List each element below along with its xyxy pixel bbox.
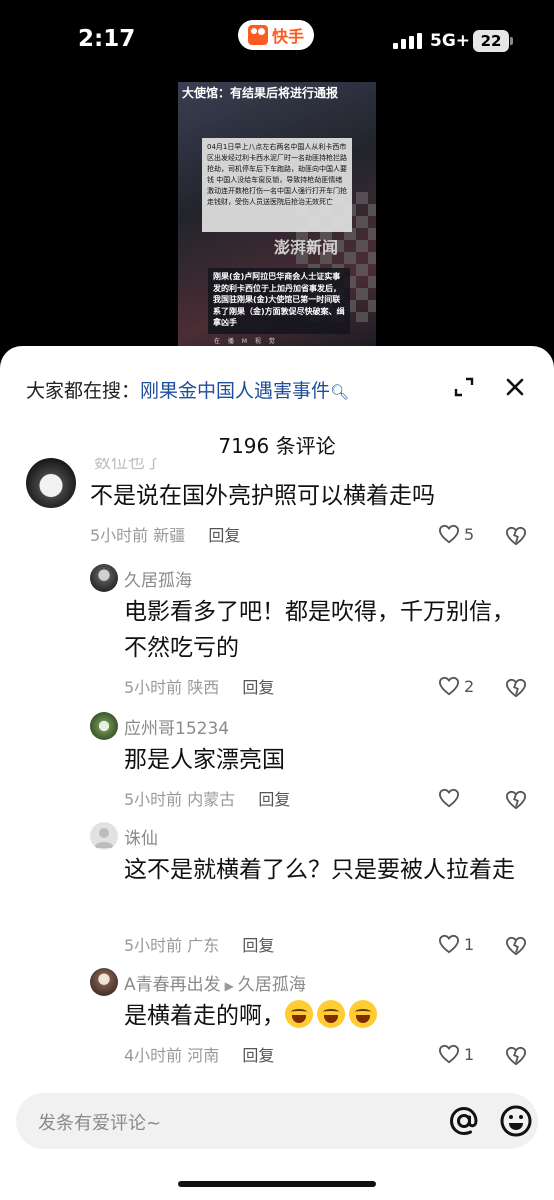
reply-button[interactable]: 回复 [258, 790, 290, 809]
comment-author[interactable]: 数位也了 [94, 458, 162, 473]
tears-of-joy-emoji-icon [317, 1000, 345, 1028]
comment-location: 广东 [187, 936, 220, 955]
comment-author[interactable]: 诛仙 [124, 824, 158, 849]
avatar[interactable] [90, 564, 118, 592]
comment-count: 7196 条评论 [218, 434, 336, 458]
comment-text: 这不是就横着了么？只是要被人拉着走 [124, 857, 515, 883]
like-count: 1 [464, 1044, 475, 1064]
home-indicator[interactable] [178, 1181, 376, 1187]
comment-location: 内蒙古 [187, 790, 236, 809]
avatar[interactable] [26, 458, 76, 508]
dislike-icon[interactable] [505, 678, 527, 698]
tears-of-joy-emoji-icon [349, 1000, 377, 1028]
like-count: 2 [464, 676, 475, 696]
comment-text: 电影看多了吧！都是吹得，千万别信，不然吃亏的 [124, 599, 515, 661]
comment-sheet: 大家都在搜：刚果金中国人遇害事件🔍︎ 7196 条评论 数位也了 不是说在国外亮… [0, 346, 554, 1200]
close-icon[interactable] [503, 375, 527, 399]
like-button[interactable] [438, 788, 464, 808]
comment-location: 新疆 [153, 526, 186, 545]
comment-composer[interactable]: 发条有爱评论~ [16, 1093, 538, 1149]
like-button[interactable]: 1 [438, 1044, 474, 1064]
reply-button[interactable]: 回复 [242, 678, 274, 697]
news-watermark: 澎湃新闻 [274, 238, 339, 257]
trending-search-query[interactable]: 刚果金中国人遇害事件 [140, 380, 330, 402]
comment-meta: 5小时前 新疆 回复 [90, 522, 240, 546]
comment-time: 5小时前 [124, 936, 183, 955]
search-icon: 🔍︎ [330, 383, 350, 401]
heart-icon [438, 934, 460, 954]
reply-button[interactable]: 回复 [242, 1046, 274, 1065]
like-count: 1 [464, 934, 475, 954]
network-type: 5G+ [430, 31, 471, 51]
video-caption-box: 04月1日早上八点左右两名中国人从利卡西市区出发经过利卡西水泥厂时一名劫匪持枪拦… [202, 138, 352, 232]
mention-icon[interactable] [446, 1103, 482, 1139]
default-avatar-icon [94, 828, 114, 848]
heart-icon [438, 676, 460, 696]
emoji-icon[interactable] [498, 1103, 534, 1139]
app-name: 快手 [271, 27, 304, 46]
battery-level: 22 [480, 32, 502, 50]
dislike-icon[interactable] [505, 936, 527, 956]
like-button[interactable]: 1 [438, 934, 474, 954]
app-indicator-pill[interactable]: 快手 [238, 20, 314, 50]
comment-time: 4小时前 [124, 1046, 183, 1065]
avatar[interactable] [90, 822, 118, 850]
comment-time: 5小时前 [124, 790, 183, 809]
tears-of-joy-emoji-icon [285, 1000, 313, 1028]
like-button[interactable]: 5 [438, 524, 474, 544]
dislike-icon[interactable] [505, 1046, 527, 1066]
comment-author[interactable]: 久居孤海 [124, 566, 192, 591]
comment-input[interactable]: 发条有爱评论~ [38, 1109, 161, 1135]
reply-button[interactable]: 回复 [242, 936, 274, 955]
reply-arrow-icon: ▶ [224, 979, 234, 993]
like-count: 5 [464, 524, 475, 544]
comment-location: 陕西 [187, 678, 220, 697]
heart-icon [438, 524, 460, 544]
comment-author[interactable]: A青春再出发 ▶ 久居孤海 [124, 970, 306, 995]
trending-search-prefix: 大家都在搜： [26, 380, 141, 402]
comment-meta: 5小时前 广东 回复 [124, 932, 274, 956]
reply-to-name[interactable]: 久居孤海 [238, 975, 306, 995]
expand-icon[interactable] [452, 375, 476, 399]
status-time: 2:17 [78, 26, 136, 52]
comment-meta: 5小时前 内蒙古 回复 [124, 786, 290, 810]
video-headline: 大使馆：有结果后将进行通报 [182, 86, 339, 100]
comment-time: 5小时前 [90, 526, 149, 545]
status-bar: 2:17 快手 5G+ 22 [0, 0, 554, 80]
video-preview[interactable]: 大使馆：有结果后将进行通报 04月1日早上八点左右两名中国人从利卡西市区出发经过… [178, 82, 376, 350]
comment-location: 河南 [187, 1046, 220, 1065]
battery-icon: 22 [473, 30, 513, 52]
avatar[interactable] [90, 968, 118, 996]
comment-text: 不是说在国外亮护照可以横着走吗 [90, 483, 435, 509]
video-subtitle-box: 刚果(金)卢阿拉巴华商会人士证实事发的利卡西位于上加丹加省事发后，我国驻刚果(金… [208, 268, 350, 334]
comment-list[interactable]: 数位也了 不是说在国外亮护照可以横着走吗 5小时前 新疆 回复 5 久居孤海 电… [0, 458, 554, 1080]
comment-text-body: 是横着走的啊， [124, 1003, 285, 1029]
kuaishou-logo-icon [247, 25, 268, 45]
comment-time: 5小时前 [124, 678, 183, 697]
video-footer-text: 在 播 M 视 觉 [214, 338, 278, 345]
comment-text: 是横着走的啊， [124, 998, 534, 1034]
reply-button[interactable]: 回复 [208, 526, 240, 545]
comment-author[interactable]: 应州哥15234 [124, 714, 229, 739]
dislike-icon[interactable] [505, 790, 527, 810]
like-button[interactable]: 2 [438, 676, 474, 696]
heart-icon [438, 788, 460, 808]
comment-text: 那是人家漂亮国 [124, 747, 285, 773]
comment-author-name[interactable]: A青春再出发 [124, 975, 221, 995]
trending-search[interactable]: 大家都在搜：刚果金中国人遇害事件🔍︎ [26, 376, 349, 403]
avatar[interactable] [90, 712, 118, 740]
comment-meta: 5小时前 陕西 回复 [124, 674, 274, 698]
heart-icon [438, 1044, 460, 1064]
comment-meta: 4小时前 河南 回复 [124, 1042, 274, 1066]
signal-icon [393, 33, 422, 49]
dislike-icon[interactable] [505, 526, 527, 546]
